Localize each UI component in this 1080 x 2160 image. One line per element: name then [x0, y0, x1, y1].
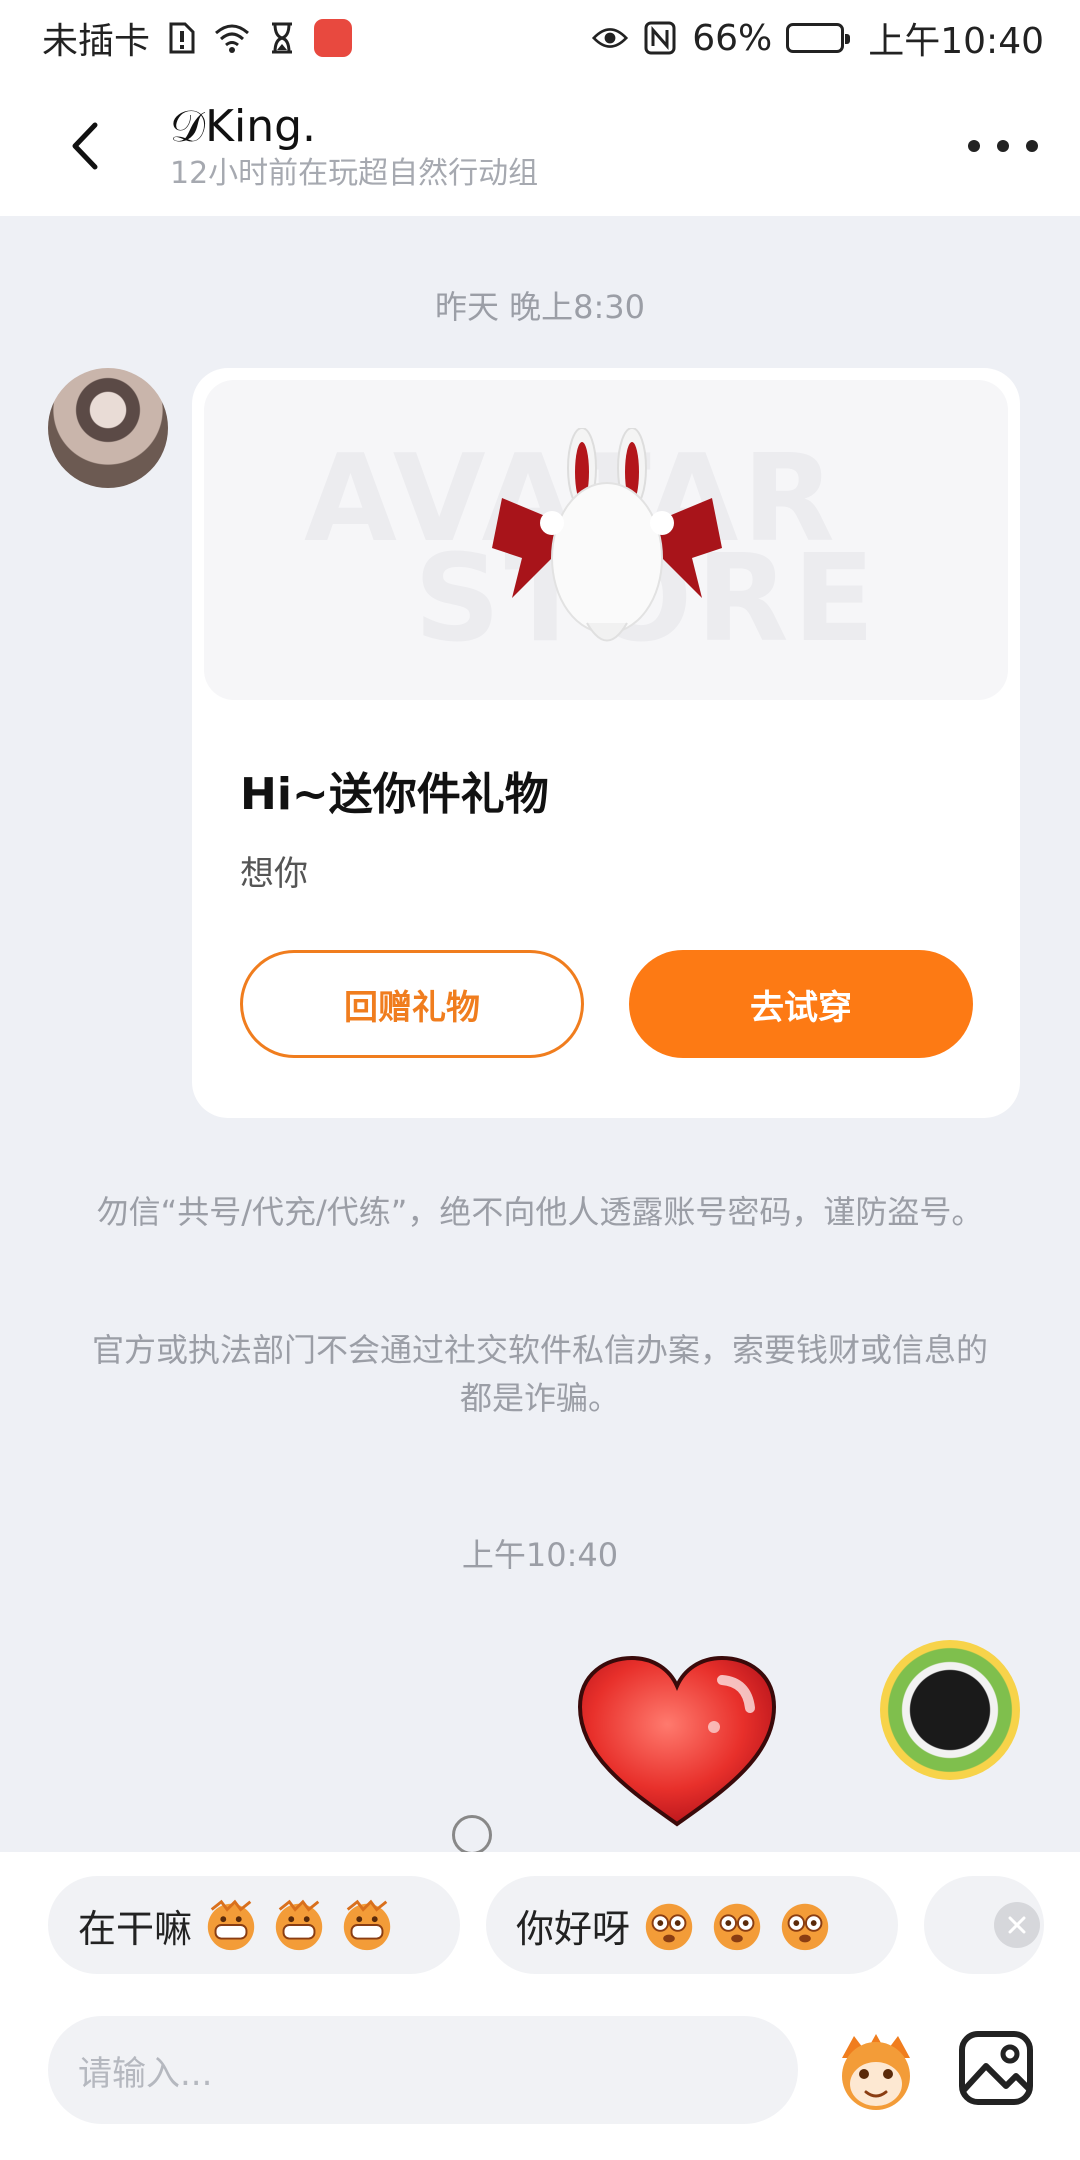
battery-icon: [786, 23, 851, 53]
message-input[interactable]: 请输入...: [48, 2016, 798, 2124]
grin-emoji-icon: [275, 1899, 323, 1951]
quick-reply-text: 你好呀: [516, 1906, 631, 1951]
clock: 上午10:40: [868, 21, 1044, 62]
heart-sticker[interactable]: [572, 1652, 782, 1832]
surprised-emoji-icon: [781, 1903, 829, 1951]
contact-name[interactable]: 𝒟King.: [170, 100, 538, 154]
quick-reply-chip[interactable]: 在干嘛: [48, 1876, 460, 1974]
surprised-emoji-icon: [645, 1903, 693, 1951]
emoji-picker-button[interactable]: [828, 2022, 924, 2118]
gift-title: Hi~送你件礼物: [240, 769, 549, 820]
eye-icon: [592, 20, 629, 56]
battery-percent: 66%: [692, 17, 773, 59]
quick-reply-text: 在干嘛: [78, 1906, 193, 1951]
grin-emoji-icon: [343, 1899, 391, 1951]
gift-message: 想你: [240, 854, 308, 894]
sending-indicator-icon: [452, 1815, 492, 1855]
status-bar: 未插卡 66% 上午10:40: [0, 0, 1080, 76]
image-picker-button[interactable]: [956, 2028, 1036, 2108]
nfc-icon: [642, 20, 678, 56]
quick-reply-chip[interactable]: 你好呀: [486, 1876, 898, 1974]
contact-avatar[interactable]: [48, 368, 168, 488]
hourglass-icon: [264, 20, 300, 56]
security-notice: 勿信“共号/代充/代练”，绝不向他人透露账号密码，谨防盗号。: [96, 1193, 984, 1231]
chat-header: 𝒟King. 12小时前在玩超自然行动组: [0, 76, 1080, 216]
bunny-hat-icon: [492, 428, 722, 642]
dot-icon: [968, 140, 980, 152]
app-notification-icon: [314, 19, 353, 57]
close-quick-replies-button[interactable]: [994, 1902, 1040, 1948]
message-timestamp: 上午10:40: [461, 1536, 619, 1574]
contact-status: 12小时前在玩超自然行动组: [170, 156, 539, 191]
chevron-left-icon: [72, 122, 98, 170]
more-options-button[interactable]: [968, 126, 1038, 166]
grin-emoji-icon: [207, 1899, 255, 1951]
surprised-emoji-icon: [713, 1903, 761, 1951]
carrier-label: 未插卡: [42, 21, 151, 62]
back-button[interactable]: [54, 116, 114, 176]
message-timestamp: 昨天 晚上8:30: [434, 288, 646, 326]
gift-preview-image[interactable]: AVATAR STORE: [204, 380, 1008, 700]
my-avatar[interactable]: [880, 1640, 1020, 1780]
dot-icon: [997, 140, 1009, 152]
try-on-button[interactable]: 去试穿: [629, 950, 973, 1058]
return-gift-button[interactable]: 回赠礼物: [240, 950, 584, 1058]
sim-alert-icon: [164, 20, 200, 56]
wifi-icon: [214, 20, 250, 56]
bottom-panel: 在干嘛 你好呀 请输入...: [0, 1852, 1080, 2160]
fraud-notice: 官方或执法部门不会通过社交软件私信办案，索要钱财或信息的都是诈骗。: [91, 1331, 988, 1417]
dot-icon: [1026, 140, 1038, 152]
gift-card[interactable]: AVATAR STORE Hi~送你件礼物 想你 回赠礼物 去试穿: [192, 368, 1020, 1118]
close-icon: [1008, 1916, 1026, 1934]
input-placeholder: 请输入...: [78, 2053, 213, 2094]
